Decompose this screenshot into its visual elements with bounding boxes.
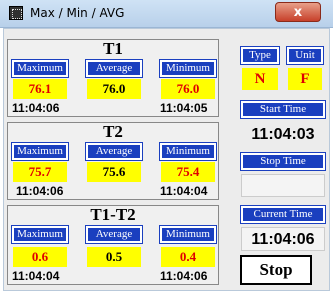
t1-min-time: 11:04:05 (160, 101, 208, 115)
t1-t2-max-time: 11:04:04 (12, 269, 60, 283)
stop-button[interactable]: Stop (240, 255, 312, 285)
title-bar: Max / Min / AVG x (0, 0, 333, 28)
type-label: Type (240, 46, 280, 65)
unit-label: Unit (286, 46, 324, 65)
t2-maximum-value: 75.7 (13, 162, 67, 182)
t1-average-value: 76.0 (87, 79, 141, 99)
max-min-avg-window: Max / Min / AVG x T1 Maximum Average Min… (0, 0, 333, 294)
t1-t2-minimum-value: 0.4 (161, 247, 215, 267)
t1-average-label: Average (85, 59, 143, 78)
app-icon (9, 6, 23, 20)
client-area: T1 Maximum Average Minimum 76.1 76.0 76.… (3, 28, 330, 291)
t1-t2-average-label: Average (85, 225, 143, 244)
current-time-value: 11:04:06 (241, 227, 325, 251)
t1-t2-average-value: 0.5 (87, 247, 141, 267)
start-time-value: 11:04:03 (251, 126, 315, 143)
t2-minimum-value: 75.4 (161, 162, 215, 182)
t1-panel: T1 Maximum Average Minimum 76.1 76.0 76.… (7, 39, 219, 117)
stop-time-label: Stop Time (240, 152, 326, 171)
stop-time-value (241, 174, 325, 197)
type-value: N (242, 68, 278, 90)
t2-minimum-label: Minimum (159, 142, 217, 161)
t1-t2-maximum-value: 0.6 (13, 247, 67, 267)
t1-minimum-value: 76.0 (161, 79, 215, 99)
t2-title: T2 (103, 122, 123, 141)
t1-maximum-value: 76.1 (13, 79, 67, 99)
t2-panel: T2 Maximum Average Minimum 75.7 75.6 75.… (7, 122, 219, 200)
t2-max-time: 11:04:06 (16, 184, 64, 198)
t2-average-value: 75.6 (87, 162, 141, 182)
current-time-label: Current Time (240, 205, 326, 224)
t1-t2-title: T1-T2 (90, 205, 136, 224)
t1-max-time: 11:04:06 (12, 101, 60, 115)
t2-min-time: 11:04:04 (160, 184, 208, 198)
t1-t2-maximum-label: Maximum (11, 225, 69, 244)
t2-maximum-label: Maximum (11, 142, 69, 161)
window-title: Max / Min / AVG (30, 6, 125, 20)
t1-maximum-label: Maximum (11, 59, 69, 78)
t1-t2-minimum-label: Minimum (159, 225, 217, 244)
unit-value: F (288, 68, 322, 90)
start-time-label: Start Time (240, 100, 326, 119)
t1-title: T1 (103, 39, 123, 58)
t2-average-label: Average (85, 142, 143, 161)
t1-t2-panel: T1-T2 Maximum Average Minimum 0.6 0.5 0.… (7, 205, 219, 285)
t1-t2-min-time: 11:04:06 (160, 269, 208, 283)
close-button[interactable]: x (275, 2, 321, 22)
t1-minimum-label: Minimum (159, 59, 217, 78)
